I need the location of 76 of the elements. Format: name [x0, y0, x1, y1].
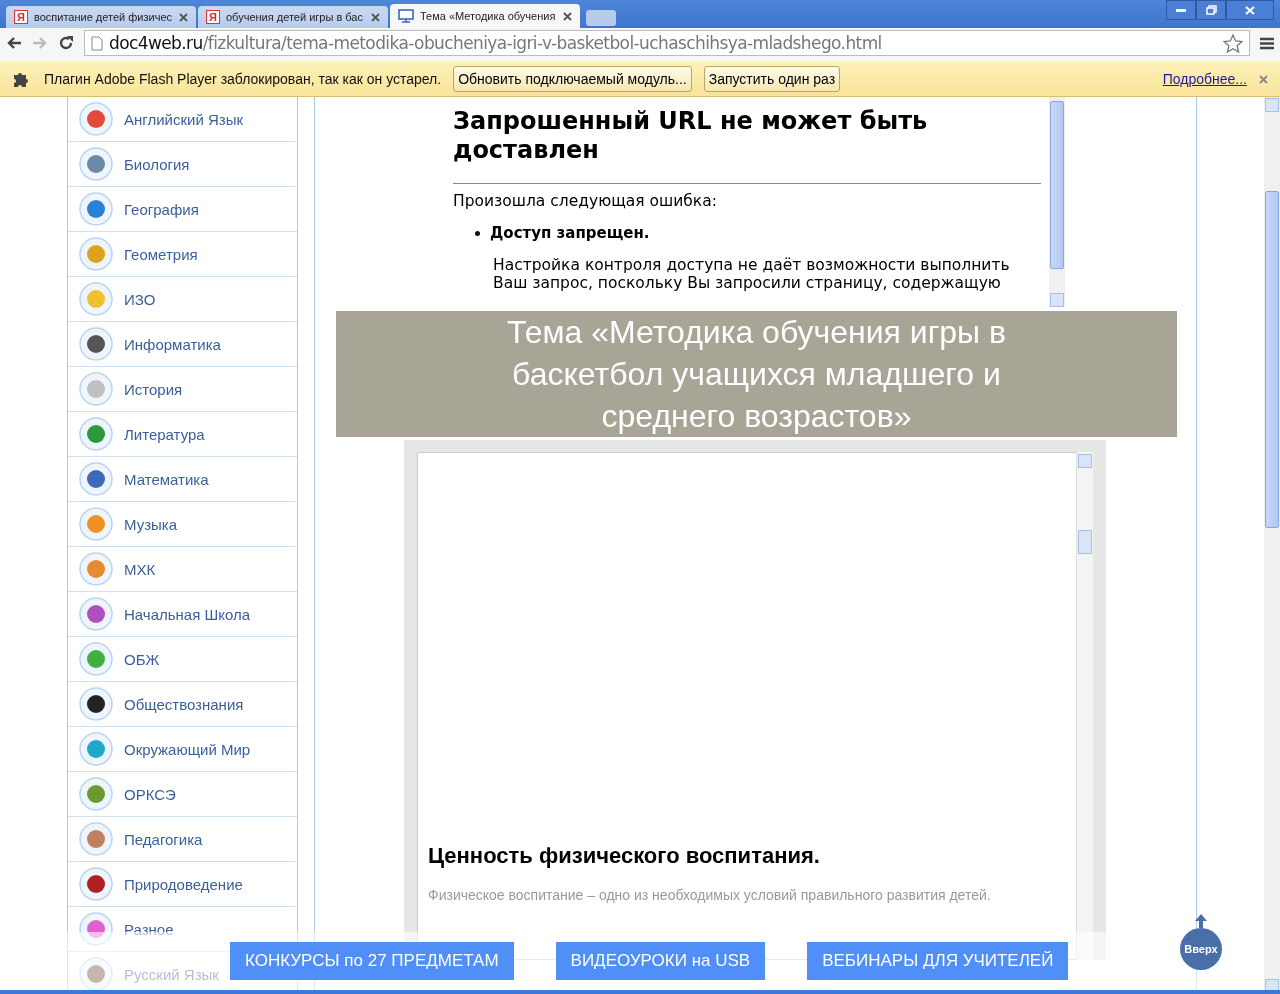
subject-link[interactable]: Педагогика — [68, 817, 297, 862]
close-button[interactable] — [1226, 0, 1274, 20]
page-icon — [91, 35, 103, 51]
round-emblem-icon — [78, 776, 114, 812]
round-emblem-icon — [78, 596, 114, 632]
subject-link[interactable]: ИЗО — [68, 277, 297, 322]
subject-link[interactable]: ОРКСЭ — [68, 772, 297, 817]
bullet-icon — [475, 230, 480, 236]
subject-link[interactable]: География — [68, 187, 297, 232]
round-emblem-icon — [78, 551, 114, 587]
round-emblem-icon — [78, 371, 114, 407]
browser-tab[interactable]: Я воспитание детей физичес — [6, 6, 196, 28]
round-emblem-icon — [78, 191, 114, 227]
star-icon[interactable] — [1223, 33, 1243, 53]
error-intro: Произошла следующая ошибка: — [453, 192, 718, 210]
subject-link[interactable]: Окружающий Мир — [68, 727, 297, 772]
round-emblem-icon — [78, 866, 114, 902]
scrollbar[interactable] — [1049, 97, 1065, 307]
subject-link[interactable]: Музыка — [68, 502, 297, 547]
info-bar-button[interactable]: Запустить один раз — [703, 66, 841, 92]
info-bar-button[interactable]: Обновить подключаемый модуль... — [453, 66, 692, 92]
round-emblem-icon — [78, 506, 114, 542]
subject-link[interactable]: МХК — [68, 547, 297, 592]
subject-link[interactable]: Информатика — [68, 322, 297, 367]
reload-icon[interactable] — [58, 35, 74, 51]
subject-link[interactable]: Литература — [68, 412, 297, 457]
round-emblem-icon — [78, 641, 114, 677]
round-emblem-icon — [78, 416, 114, 452]
round-emblem-icon — [78, 236, 114, 272]
round-emblem-icon — [78, 686, 114, 722]
minimize-icon — [1176, 8, 1186, 12]
arrow-up-icon — [1195, 914, 1207, 928]
page-favicon: Я — [206, 10, 220, 24]
more-link[interactable]: Подробнее... — [1162, 71, 1247, 87]
subject-link[interactable]: Геометрия — [68, 232, 297, 277]
close-icon[interactable] — [1259, 74, 1268, 84]
info-message: Плагин Adobe Flash Player заблокирован, так как он устарел. — [44, 71, 442, 87]
round-emblem-icon — [78, 956, 114, 992]
restore-icon — [1205, 5, 1217, 15]
error-title: Доступ запрещен. — [490, 224, 650, 242]
subject-link[interactable]: Обществознания — [68, 682, 297, 727]
body-paragraph: Физическое воспитание – одно из необходимых условий правильного развития детей. — [428, 887, 992, 903]
round-emblem-icon — [78, 146, 114, 182]
page-favicon: Я — [14, 10, 28, 24]
close-icon[interactable] — [563, 11, 572, 21]
round-emblem-icon — [78, 731, 114, 767]
close-icon[interactable] — [371, 12, 380, 22]
error-details: Настройка контроля доступа не даёт возможности выполнить Ваш запрос, поскольку Вы запросили страницу, содержащую — [493, 256, 1011, 292]
restore-button[interactable] — [1196, 0, 1226, 20]
menu-icon[interactable] — [1260, 36, 1274, 50]
round-emblem-icon — [78, 101, 114, 137]
page-title: Тема «Методика обучения игры в баскетбол учащихся младшего и среднего возрастов» — [506, 313, 1007, 436]
error-heading: Запрошенный URL не может быть доставлен — [453, 107, 929, 165]
subject-link[interactable]: История — [68, 367, 297, 412]
round-emblem-icon — [78, 281, 114, 317]
section-heading: Ценность физического воспитания. — [428, 843, 821, 869]
subject-link[interactable]: Математика — [68, 457, 297, 502]
browser-tab[interactable]: Тема «Методика обучения — [390, 4, 580, 28]
browser-tab[interactable]: Я обучения детей игры в бас — [198, 6, 388, 28]
subject-link[interactable]: Английский Язык — [68, 97, 297, 142]
round-emblem-icon — [78, 326, 114, 362]
round-emblem-icon — [78, 461, 114, 497]
close-icon — [1245, 5, 1255, 15]
close-icon[interactable] — [179, 12, 188, 22]
minimize-button[interactable] — [1166, 0, 1196, 20]
subject-link[interactable]: Начальная Школа — [68, 592, 297, 637]
round-emblem-icon — [78, 911, 114, 947]
back-icon[interactable] — [6, 36, 22, 50]
subject-link[interactable]: Биология — [68, 142, 297, 187]
monitor-icon — [398, 9, 414, 23]
address-field[interactable]: doc4web.ru/fizkultura/tema-metodika-obucheniya-igri-v-basketbol-uchaschihsya-mladshego.html — [84, 30, 1250, 56]
subject-link[interactable]: Природоведение — [68, 862, 297, 907]
subject-link[interactable]: ОБЖ — [68, 637, 297, 682]
scrollbar[interactable] — [1076, 452, 1093, 960]
round-emblem-icon — [78, 821, 114, 857]
scroll-top-button[interactable]: Вверх — [1180, 928, 1222, 970]
